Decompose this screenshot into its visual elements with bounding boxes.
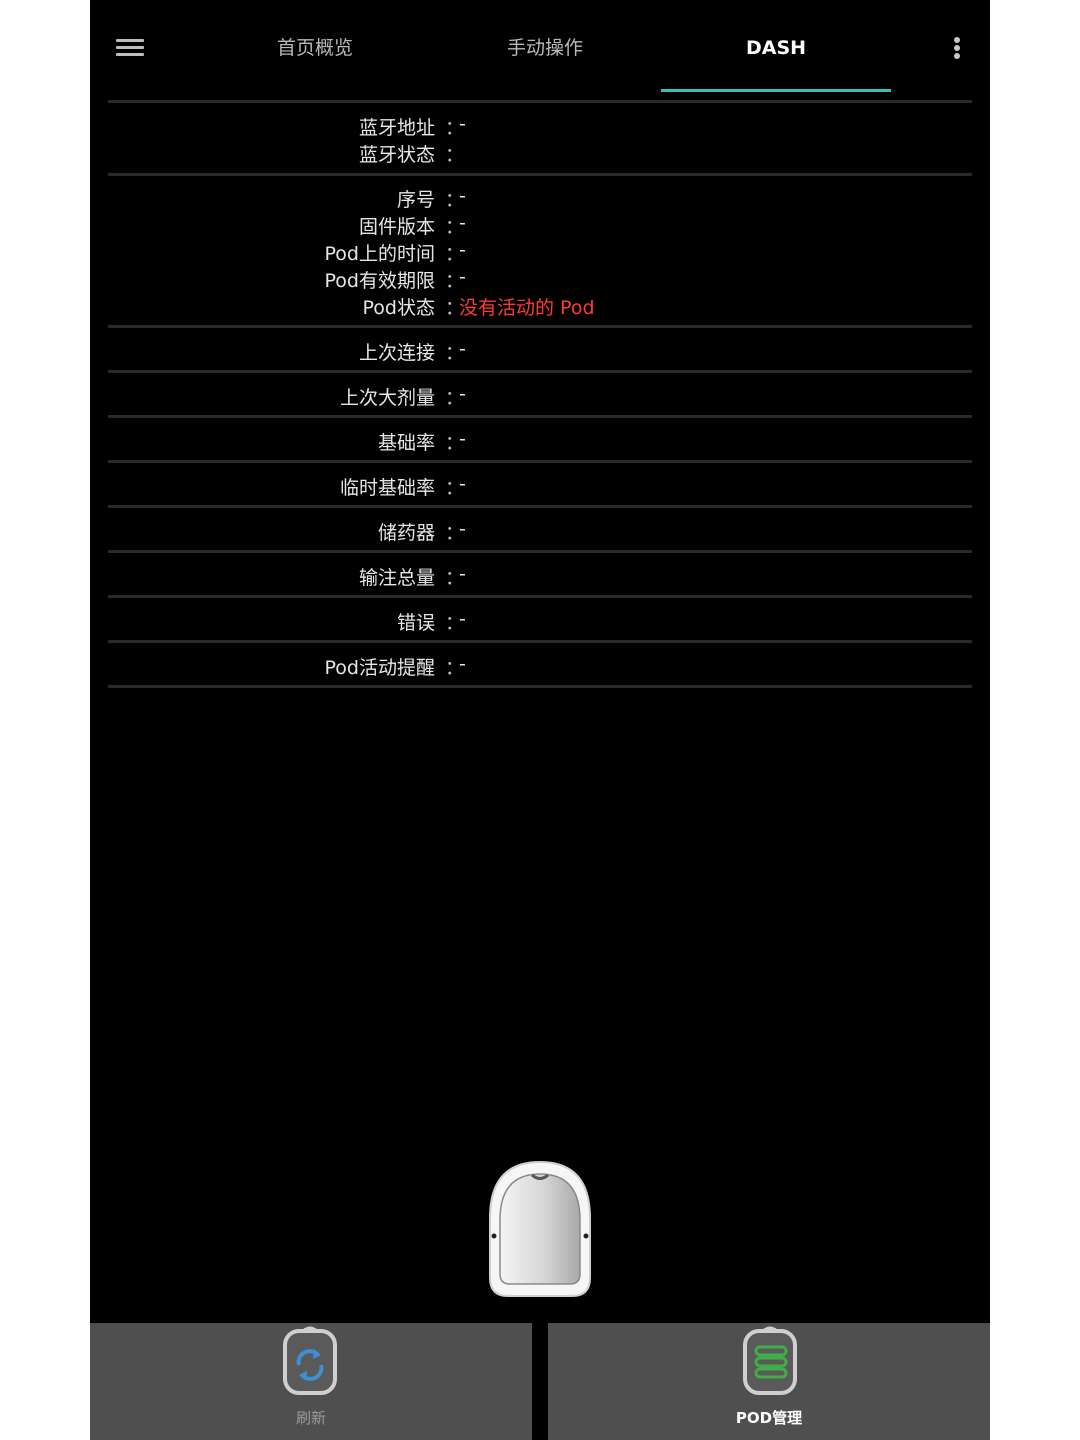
divider: [108, 370, 972, 373]
info-row-reservoir: 储药器 ： -: [90, 518, 990, 545]
app-screen: 首页概览 手动操作 DASH 蓝牙地址 ： - 蓝牙状态 ： 序号 ： - 固件…: [90, 0, 990, 1440]
info-row-pod-status: Pod状态 ： 没有活动的 Pod: [90, 293, 990, 320]
row-value: -: [459, 383, 466, 405]
row-value: -: [459, 338, 466, 360]
hamburger-menu-icon[interactable]: [116, 37, 146, 59]
divider: [108, 100, 972, 103]
info-row-serial-number: 序号 ： -: [90, 185, 990, 212]
pod-management-button-label: POD管理: [735, 1409, 803, 1427]
more-options-icon[interactable]: [952, 35, 962, 63]
row-value: -: [459, 608, 466, 630]
row-value: -: [459, 113, 466, 135]
tab-manual-actions[interactable]: 手动操作: [430, 28, 660, 68]
divider: [108, 173, 972, 176]
info-row-pod-expiry: Pod有效期限 ： -: [90, 266, 990, 293]
refresh-icon: [283, 1326, 337, 1395]
active-tab-indicator: [661, 89, 891, 92]
row-value: -: [459, 473, 466, 495]
row-value: -: [459, 563, 466, 585]
divider: [108, 415, 972, 418]
divider: [108, 505, 972, 508]
row-label: Pod状态: [362, 297, 435, 319]
refresh-button[interactable]: 刷新: [90, 1323, 532, 1440]
row-value: -: [459, 518, 466, 540]
row-value: -: [459, 428, 466, 450]
row-separator: ：: [445, 144, 465, 166]
row-label: 序号: [396, 189, 435, 211]
tab-overview[interactable]: 首页概览: [200, 28, 430, 68]
row-label: 蓝牙状态: [358, 144, 435, 166]
row-label: Pod上的时间: [324, 243, 435, 265]
pod-management-icon: [743, 1326, 797, 1395]
row-value: -: [459, 239, 466, 261]
top-bar: 首页概览 手动操作 DASH: [90, 0, 990, 100]
info-row-temp-basal: 临时基础率 ： -: [90, 473, 990, 500]
divider: [108, 685, 972, 688]
info-row-pod-time: Pod上的时间 ： -: [90, 239, 990, 266]
row-label: Pod活动提醒: [324, 657, 435, 679]
row-label: Pod有效期限: [324, 270, 435, 292]
pod-device-image: [489, 1160, 591, 1297]
row-value: -: [459, 212, 466, 234]
info-row-last-connection: 上次连接 ： -: [90, 338, 990, 365]
divider: [108, 325, 972, 328]
row-label: 错误: [396, 612, 435, 634]
row-label: 输注总量: [358, 567, 435, 589]
refresh-button-label: 刷新: [295, 1409, 326, 1427]
info-row-firmware-version: 固件版本 ： -: [90, 212, 990, 239]
row-label: 上次大剂量: [339, 387, 435, 409]
divider: [108, 640, 972, 643]
pod-management-button[interactable]: POD管理: [548, 1323, 990, 1440]
row-label: 临时基础率: [339, 477, 435, 499]
info-row-bluetooth-status: 蓝牙状态 ：: [90, 140, 990, 167]
info-row-bluetooth-address: 蓝牙地址 ： -: [90, 113, 990, 140]
info-row-last-bolus: 上次大剂量 ： -: [90, 383, 990, 410]
info-row-errors: 错误 ： -: [90, 608, 990, 635]
divider: [108, 550, 972, 553]
divider: [108, 595, 972, 598]
row-label: 基础率: [377, 432, 435, 454]
row-value: -: [459, 185, 466, 207]
row-value: -: [459, 653, 466, 675]
info-row-pod-alerts: Pod活动提醒 ： -: [90, 653, 990, 680]
row-label: 储药器: [377, 522, 435, 544]
pod-status-value: 没有活动的 Pod: [459, 297, 595, 319]
tab-dash[interactable]: DASH: [661, 28, 891, 68]
row-value: -: [459, 266, 466, 288]
divider: [108, 460, 972, 463]
row-label: 蓝牙地址: [358, 117, 435, 139]
info-row-basal-rate: 基础率 ： -: [90, 428, 990, 455]
info-row-total-delivered: 输注总量 ： -: [90, 563, 990, 590]
row-label: 上次连接: [358, 342, 435, 364]
row-label: 固件版本: [358, 216, 435, 238]
